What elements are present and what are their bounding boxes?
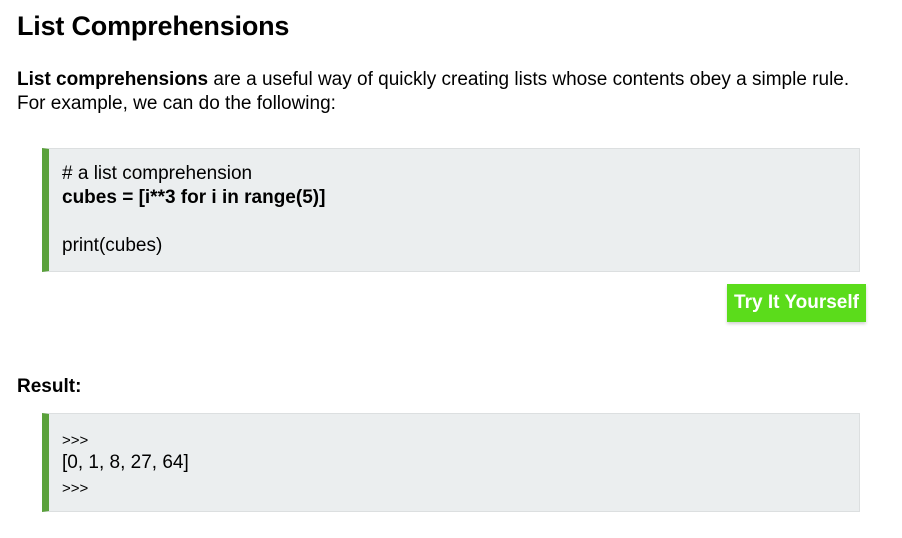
page-title: List Comprehensions xyxy=(17,11,290,41)
intro-bold-term: List comprehensions xyxy=(17,69,209,90)
result-output-line: [0, 1, 8, 27, 64] xyxy=(62,452,189,473)
intro-text-line2: For example, we can do the following: xyxy=(17,93,336,114)
try-it-yourself-button[interactable]: Try It Yourself xyxy=(727,284,866,322)
intro-paragraph: List comprehensions are a useful way of … xyxy=(17,68,897,116)
code-highlight-line: cubes = [i**3 for i in range(5)] xyxy=(62,187,326,208)
code-example-block: # a list comprehension cubes = [i**3 for… xyxy=(42,148,860,272)
result-output-block: >>> [0, 1, 8, 27, 64] >>> xyxy=(42,413,860,512)
code-comment-line: # a list comprehension xyxy=(62,163,253,184)
code-print-line: print(cubes) xyxy=(62,235,163,256)
result-label: Result: xyxy=(17,376,82,397)
result-prompt-line: >>> xyxy=(62,432,89,449)
result-prompt-line-end: >>> xyxy=(62,480,89,497)
intro-text: are a useful way of quickly creating lis… xyxy=(208,69,850,90)
